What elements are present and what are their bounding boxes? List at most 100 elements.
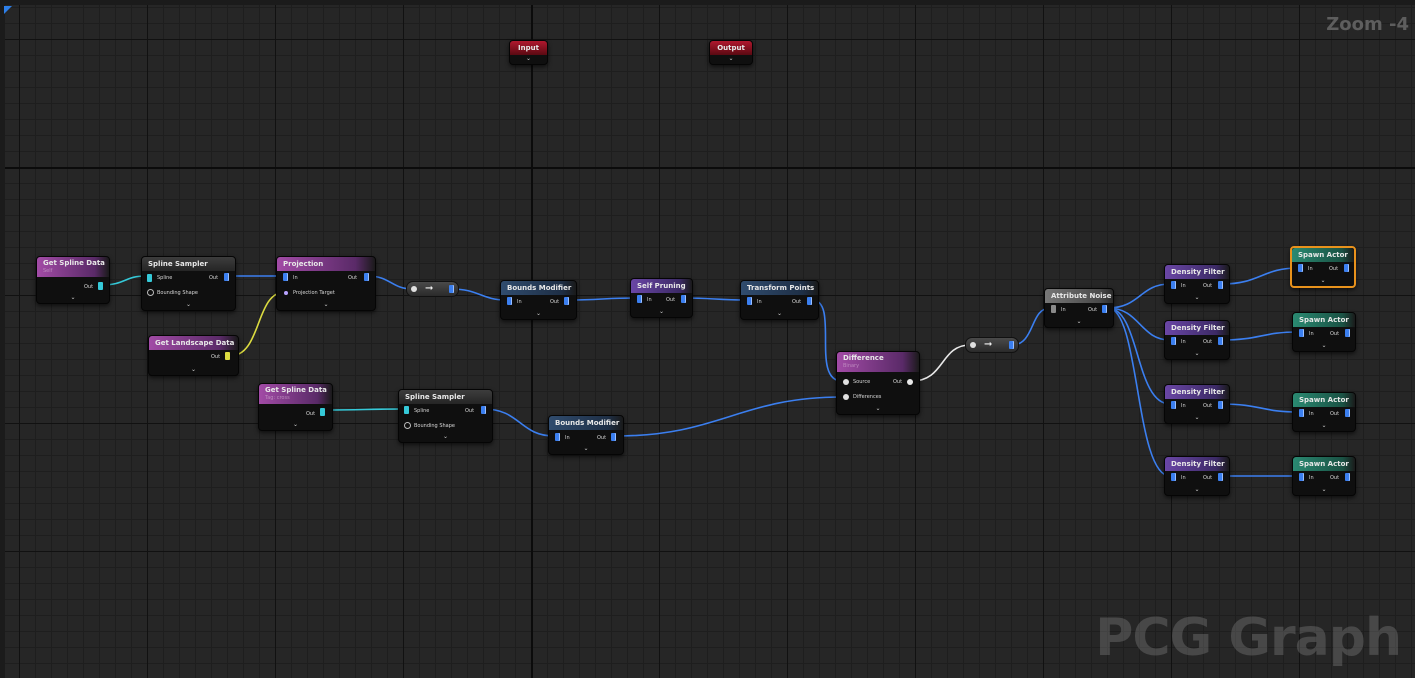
output-pin[interactable] — [564, 297, 569, 305]
input-pin-in[interactable] — [1299, 473, 1304, 481]
chevron-down-icon[interactable]: ⌄ — [37, 294, 109, 302]
wire-filter2-spawn2 — [1221, 331, 1299, 341]
output-pin[interactable] — [681, 295, 686, 303]
input-pin-bounding-shape[interactable] — [404, 422, 411, 429]
reroute-node-2[interactable]: ➞ — [965, 337, 1019, 353]
output-pin[interactable] — [1218, 401, 1223, 409]
chevron-down-icon[interactable]: ⌄ — [501, 310, 576, 318]
input-pin-in[interactable] — [1299, 409, 1304, 417]
chevron-down-icon[interactable]: ⌄ — [1293, 342, 1355, 350]
node-input[interactable]: Input ⌄ — [509, 40, 548, 65]
output-pin[interactable] — [1344, 264, 1349, 272]
output-pin[interactable] — [320, 408, 325, 416]
node-density-filter-3[interactable]: Density Filter In Out ⌄ — [1164, 384, 1230, 424]
chevron-down-icon[interactable]: ⌄ — [399, 433, 492, 441]
node-title: Bounds Modifier — [501, 281, 576, 295]
chevron-down-icon[interactable]: ⌄ — [1165, 486, 1229, 494]
node-bounds-modifier-2[interactable]: Bounds Modifier In Out ⌄ — [548, 415, 624, 455]
chevron-down-icon[interactable]: ⌄ — [277, 301, 375, 309]
input-pin-in[interactable] — [747, 297, 752, 305]
chevron-down-icon[interactable]: ⌄ — [837, 405, 919, 413]
input-pin-in[interactable] — [1171, 401, 1176, 409]
chevron-down-icon[interactable]: ⌄ — [1165, 350, 1229, 358]
node-self-pruning[interactable]: Self Pruning In Out ⌄ — [630, 278, 693, 318]
node-get-spline-data-self[interactable]: Get Spline Data Self Out ⌄ — [36, 256, 110, 304]
output-pin[interactable] — [611, 433, 616, 441]
chevron-down-icon[interactable]: ⌄ — [259, 421, 332, 429]
node-get-spline-data-tag[interactable]: Get Spline Data Tag: cross Out ⌄ — [258, 383, 333, 431]
chevron-down-icon[interactable]: ⌄ — [149, 366, 238, 374]
input-pin-in[interactable] — [1298, 264, 1303, 272]
node-density-filter-2[interactable]: Density Filter In Out ⌄ — [1164, 320, 1230, 360]
chevron-down-icon[interactable]: ⌄ — [1292, 277, 1354, 285]
node-title: Spawn Actor — [1293, 457, 1355, 471]
input-pin-in[interactable] — [507, 297, 512, 305]
chevron-down-icon[interactable]: ⌄ — [549, 445, 623, 453]
node-transform-points[interactable]: Transform Points In Out ⌄ — [740, 280, 819, 320]
pin-label-in: In — [1181, 475, 1186, 481]
chevron-down-icon[interactable]: ⌄ — [1045, 318, 1113, 326]
output-pin[interactable] — [1345, 329, 1350, 337]
input-pin-in[interactable] — [1051, 305, 1056, 313]
input-pin-in[interactable] — [1299, 329, 1304, 337]
node-title: Density Filter — [1165, 457, 1229, 471]
node-spawn-actor-2[interactable]: Spawn Actor In Out ⌄ — [1292, 312, 1356, 352]
node-bounds-modifier-1[interactable]: Bounds Modifier In Out ⌄ — [500, 280, 577, 320]
chevron-down-icon[interactable]: ⌄ — [710, 55, 752, 63]
output-pin[interactable] — [807, 297, 812, 305]
output-pin[interactable] — [1345, 473, 1350, 481]
node-attribute-noise[interactable]: Attribute Noise In Out ⌄ — [1044, 288, 1114, 328]
node-get-landscape-data[interactable]: Get Landscape Data Out ⌄ — [148, 335, 239, 376]
output-pin[interactable] — [98, 282, 103, 290]
reroute-node-1[interactable]: ➞ — [406, 281, 459, 297]
chevron-down-icon[interactable]: ⌄ — [631, 308, 692, 316]
output-pin[interactable] — [1102, 305, 1107, 313]
chevron-down-icon[interactable]: ⌄ — [1165, 294, 1229, 302]
input-pin-in[interactable] — [1171, 473, 1176, 481]
node-spawn-actor-4[interactable]: Spawn Actor In Out ⌄ — [1292, 456, 1356, 496]
output-pin[interactable] — [364, 273, 369, 281]
input-pin-in[interactable] — [1171, 281, 1176, 289]
node-difference[interactable]: Difference Binary Source Out Differences… — [836, 351, 920, 415]
node-projection[interactable]: Projection In Out Projection Target ⌄ — [276, 256, 376, 311]
output-pin[interactable] — [1218, 337, 1223, 345]
reroute-input-pin[interactable] — [970, 342, 976, 348]
input-pin-source[interactable] — [843, 379, 849, 385]
reroute-output-pin[interactable] — [449, 285, 454, 293]
pin-label-out: Out — [1088, 307, 1098, 313]
node-spline-sampler-1[interactable]: Spline Sampler Spline Out Bounding Shape… — [141, 256, 236, 311]
input-pin-in[interactable] — [1171, 337, 1176, 345]
node-spawn-actor-1[interactable]: Spawn Actor In Out ⌄ — [1290, 246, 1356, 288]
output-pin[interactable] — [225, 352, 230, 360]
reroute-input-pin[interactable] — [411, 286, 417, 292]
output-pin[interactable] — [481, 406, 486, 414]
pin-label-out: Out — [1329, 266, 1339, 272]
chevron-down-icon[interactable]: ⌄ — [741, 310, 818, 318]
chevron-down-icon[interactable]: ⌄ — [510, 55, 547, 63]
pcg-graph-canvas[interactable]: Zoom -4 PCG Graph Input ⌄ Output ⌄ Get S… — [0, 0, 1415, 678]
node-density-filter-1[interactable]: Density Filter In Out ⌄ — [1164, 264, 1230, 304]
node-spline-sampler-2[interactable]: Spline Sampler Spline Out Bounding Shape… — [398, 389, 493, 443]
reroute-output-pin[interactable] — [1009, 341, 1014, 349]
input-pin-projection-target[interactable] — [284, 291, 288, 295]
input-pin-in[interactable] — [555, 433, 560, 441]
chevron-down-icon[interactable]: ⌄ — [142, 301, 235, 309]
output-pin[interactable] — [1218, 281, 1223, 289]
input-pin-differences[interactable] — [843, 394, 849, 400]
output-pin[interactable] — [1218, 473, 1223, 481]
node-density-filter-4[interactable]: Density Filter In Out ⌄ — [1164, 456, 1230, 496]
output-pin[interactable] — [1345, 409, 1350, 417]
output-pin[interactable] — [224, 273, 229, 281]
input-pin-spline[interactable] — [147, 274, 152, 282]
chevron-down-icon[interactable]: ⌄ — [1293, 486, 1355, 494]
input-pin-in[interactable] — [283, 273, 288, 281]
input-pin-bounding-shape[interactable] — [147, 289, 154, 296]
chevron-down-icon[interactable]: ⌄ — [1165, 414, 1229, 422]
node-title: Spawn Actor — [1292, 248, 1354, 262]
input-pin-in[interactable] — [637, 295, 642, 303]
input-pin-spline[interactable] — [404, 406, 409, 414]
node-spawn-actor-3[interactable]: Spawn Actor In Out ⌄ — [1292, 392, 1356, 432]
chevron-down-icon[interactable]: ⌄ — [1293, 422, 1355, 430]
output-pin[interactable] — [907, 379, 913, 385]
node-output[interactable]: Output ⌄ — [709, 40, 753, 65]
